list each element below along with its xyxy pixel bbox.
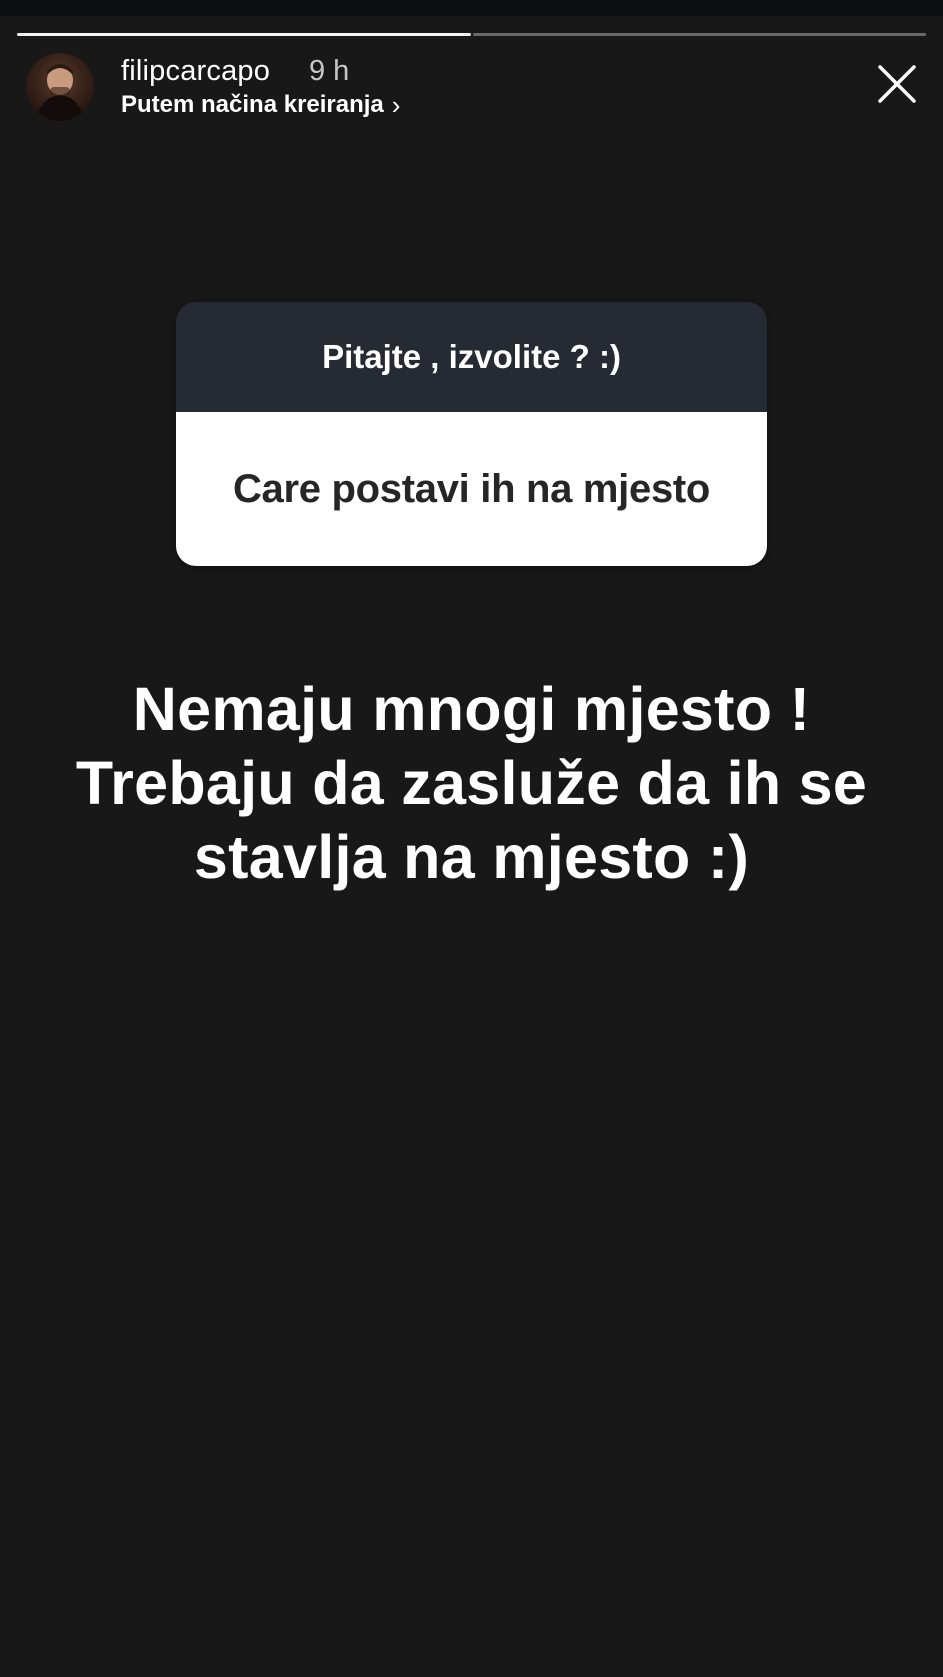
close-button[interactable]	[877, 64, 917, 104]
creation-method-link[interactable]: Putem načina kreiranja ›	[121, 91, 400, 119]
avatar[interactable]	[26, 53, 94, 121]
progress-segment-pending	[472, 33, 926, 36]
post-time: 9 h	[309, 55, 350, 87]
question-sticker-answer-area: Care postavi ih na mjesto	[176, 412, 767, 566]
question-sticker[interactable]: Pitajte , izvolite ? :) Care postavi ih …	[176, 302, 767, 566]
question-sticker-header: Pitajte , izvolite ? :)	[176, 302, 767, 412]
status-bar-area	[0, 0, 943, 16]
reply-line: Trebaju da zasluže da ih se	[75, 749, 868, 817]
reply-line: Nemaju mnogi mjesto !	[132, 675, 811, 743]
question-text: Pitajte , izvolite ? :)	[322, 338, 621, 375]
reply-text: Nemaju mnogi mjesto ! Trebaju da zasluže…	[20, 672, 923, 894]
chevron-right-icon: ›	[391, 90, 401, 120]
story-header: filipcarcapo 9 h Putem načina kreiranja …	[26, 53, 916, 123]
creation-method-label: Putem načina kreiranja	[121, 91, 384, 118]
story-progress-bar	[17, 33, 926, 37]
reply-line: stavlja na mjesto :)	[193, 823, 750, 891]
close-icon	[878, 65, 916, 103]
username[interactable]: filipcarcapo	[121, 55, 270, 88]
progress-segment-completed	[17, 33, 471, 36]
answer-text: Care postavi ih na mjesto	[232, 466, 711, 511]
